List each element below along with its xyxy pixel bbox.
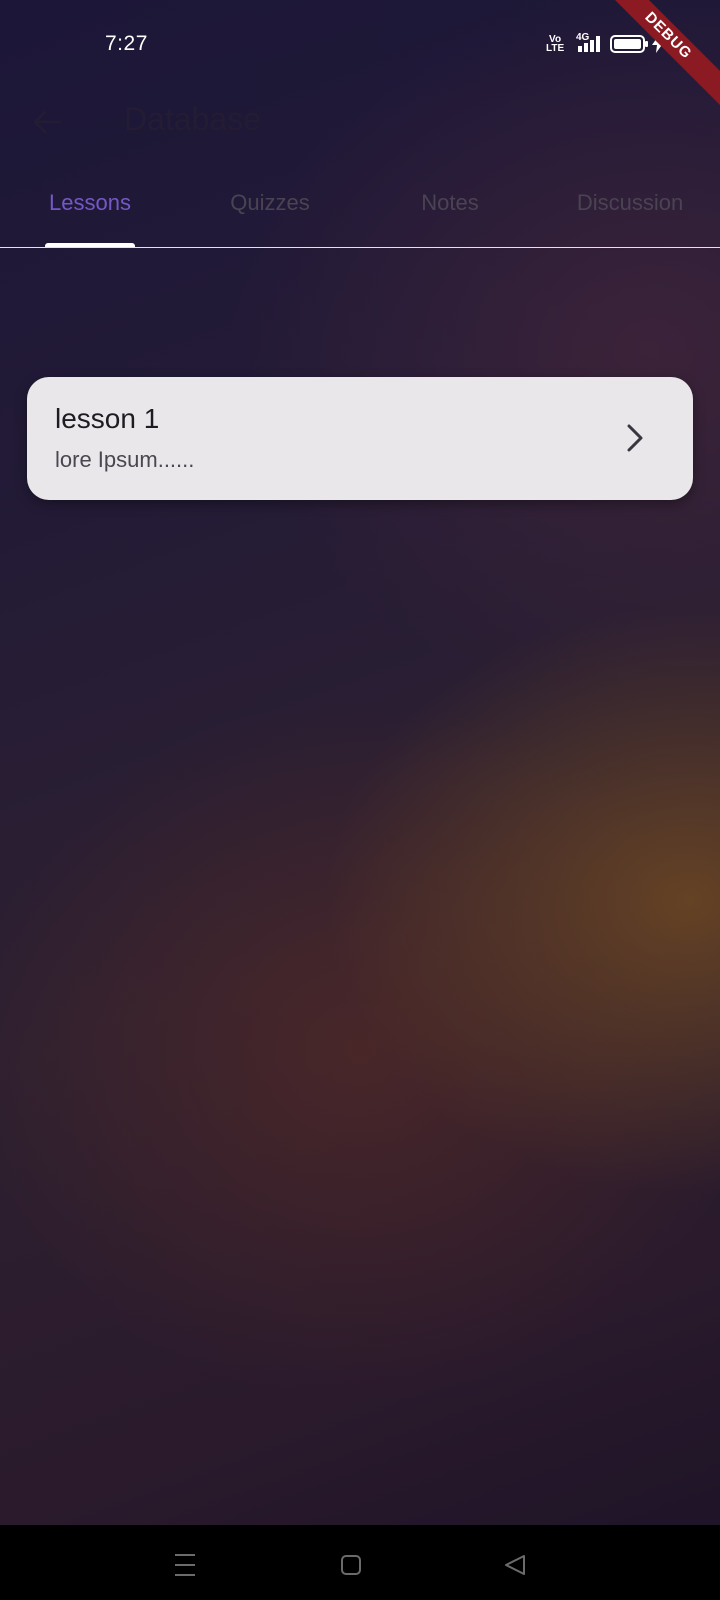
triangle-back-icon[interactable] (496, 1545, 536, 1585)
tab-divider (0, 247, 720, 248)
tab-discussion[interactable]: Discussion (540, 190, 720, 216)
volte-indicator: Vo LTE (546, 34, 565, 54)
app-screen: 7:27 Vo LTE 4G DEBUG Database Lessons Qu… (0, 0, 720, 1525)
battery-icon (610, 35, 648, 53)
signal-icon (578, 36, 600, 52)
status-time: 7:27 (105, 32, 148, 55)
app-bar: Database (0, 85, 720, 155)
chevron-right-icon (627, 424, 643, 452)
tab-lessons[interactable]: Lessons (0, 190, 180, 216)
tab-bar: Lessons Quizzes Notes Discussion (0, 170, 720, 248)
arrow-left-icon[interactable] (30, 105, 64, 139)
lesson-card[interactable]: lesson 1 lore Ipsum...... (27, 377, 693, 500)
page-title: Database (124, 101, 261, 137)
tab-notes[interactable]: Notes (360, 190, 540, 216)
menu-icon[interactable] (165, 1545, 205, 1585)
lesson-subtitle: lore Ipsum...... (55, 447, 195, 472)
lesson-title: lesson 1 (55, 403, 160, 434)
status-bar: 7:27 Vo LTE 4G DEBUG (0, 0, 720, 109)
system-nav-bar (0, 1525, 720, 1600)
tab-quizzes[interactable]: Quizzes (180, 190, 360, 216)
square-icon[interactable] (331, 1545, 371, 1585)
